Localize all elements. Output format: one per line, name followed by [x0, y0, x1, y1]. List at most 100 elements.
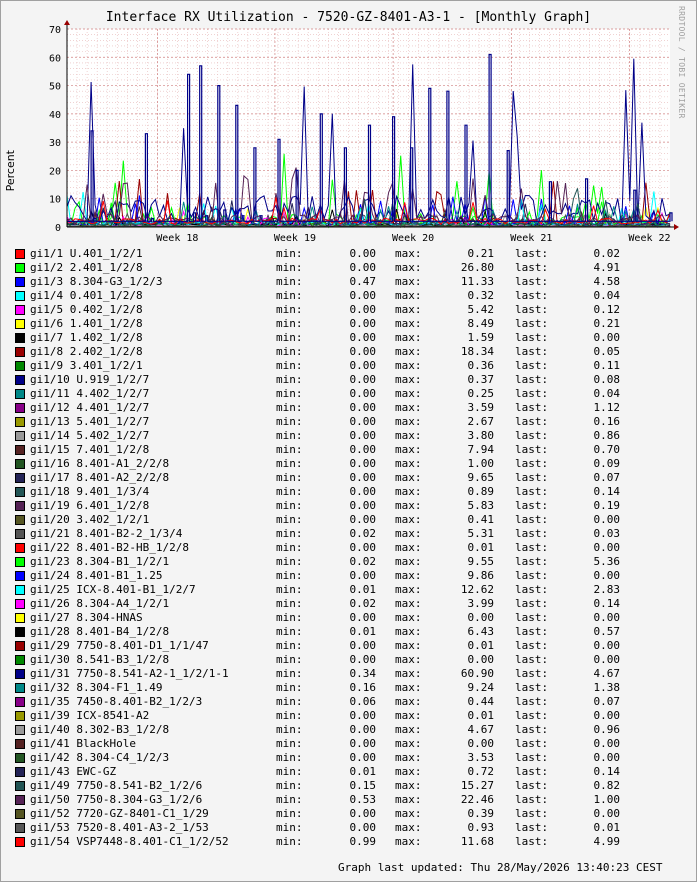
legend-min-value: 0.00 — [349, 653, 377, 666]
legend-last-label: last: — [515, 695, 549, 708]
legend-min-value: 0.00 — [349, 247, 377, 260]
legend-min-value: 0.00 — [349, 443, 377, 456]
legend-last-value: 0.14 — [593, 485, 621, 498]
legend-last-value: 1.00 — [593, 793, 621, 806]
legend-min-value: 0.00 — [349, 471, 377, 484]
legend-min-label: min: — [276, 359, 303, 372]
legend-min-value: 0.00 — [349, 457, 377, 470]
legend-row: gi1/11 4.402_1/2/7 min: 0.00 max: 0.25 last: 0… — [14, 386, 694, 400]
legend-max-value: 0.72 — [467, 765, 495, 778]
legend-max-value: 8.49 — [467, 317, 495, 330]
legend-series-name: gi1/17 8.401-A2_2/2/8 — [30, 471, 170, 484]
legend-min-value: 0.16 — [349, 681, 377, 694]
legend-min-value: 0.00 — [349, 541, 377, 554]
legend-min-label: min: — [276, 303, 303, 316]
legend-last-label: last: — [515, 471, 549, 484]
legend-series-name: gi1/32 8.304-F1_1.49 — [30, 681, 163, 694]
legend-last-label: last: — [515, 765, 549, 778]
y-tick-label: 0 — [55, 223, 61, 234]
legend-max-value: 11.68 — [460, 835, 494, 848]
legend-max-value: 0.25 — [467, 387, 495, 400]
legend-min-value: 0.00 — [349, 751, 377, 764]
legend-row: gi1/53 7520-8.401-A3-2_1/53 min: 0.00 max: 0… — [14, 820, 694, 834]
legend-max-value: 9.65 — [467, 471, 495, 484]
legend-min-value: 0.00 — [349, 415, 377, 428]
legend-last-value: 5.36 — [593, 555, 621, 568]
x-tick-label: Week 19 — [274, 233, 316, 244]
legend-row: gi1/54 VSP7448-8.401-C1_1/2/52 min: 0.99 ma… — [14, 834, 694, 848]
legend-swatch — [15, 249, 25, 259]
legend-last-value: 0.00 — [593, 653, 621, 666]
legend-last-label: last: — [515, 681, 549, 694]
legend-max-label: max: — [395, 695, 422, 708]
legend-row: gi1/1 U.401_1/2/1 min: 0.00 max: 0.21 last: 0.… — [14, 246, 694, 260]
legend-swatch — [15, 627, 25, 637]
legend-min-label: min: — [276, 331, 303, 344]
legend-last-label: last: — [515, 751, 549, 764]
legend-row: gi1/21 8.401-B2-2_1/3/4 min: 0.02 max: 5.31 l… — [14, 526, 694, 540]
legend-min-label: min: — [276, 471, 303, 484]
legend-max-label: max: — [395, 415, 422, 428]
legend-last-label: last: — [515, 345, 549, 358]
legend-min-label: min: — [276, 429, 303, 442]
legend-max-label: max: — [395, 751, 422, 764]
legend-series-name: gi1/27 8.304-HNAS — [30, 611, 143, 624]
legend-max-label: max: — [395, 429, 422, 442]
legend-last-value: 0.00 — [593, 331, 621, 344]
x-tick-label: Week 21 — [510, 233, 552, 244]
legend-max-label: max: — [395, 289, 422, 302]
legend-row: gi1/27 8.304-HNAS min: 0.00 max: 0.00 last: 0.… — [14, 610, 694, 624]
legend-swatch — [15, 767, 25, 777]
legend-series-name: gi1/25 ICX-8.401-B1_1/2/7 — [30, 583, 196, 596]
legend-series-name: gi1/26 8.304-A4_1/2/1 — [30, 597, 170, 610]
y-tick-label: 40 — [49, 110, 61, 121]
legend-min-value: 0.00 — [349, 807, 377, 820]
legend-last-label: last: — [515, 331, 549, 344]
legend-row: gi1/32 8.304-F1_1.49 min: 0.16 max: 9.24 last… — [14, 680, 694, 694]
legend-series-name: gi1/9 3.401_1/2/1 — [30, 359, 143, 372]
legend-min-value: 0.15 — [349, 779, 377, 792]
legend-series-name: gi1/16 8.401-A1_2/2/8 — [30, 457, 170, 470]
legend-row: gi1/30 8.541-B3_1/2/8 min: 0.00 max: 0.00 las… — [14, 652, 694, 666]
legend-last-label: last: — [515, 513, 549, 526]
legend-row: gi1/20 3.402_1/2/1 min: 0.00 max: 0.41 last: 0… — [14, 512, 694, 526]
legend-row: gi1/19 6.401_1/2/8 min: 0.00 max: 5.83 last: 0… — [14, 498, 694, 512]
legend-max-value: 9.86 — [467, 569, 495, 582]
legend-min-value: 0.02 — [349, 597, 377, 610]
legend-max-label: max: — [395, 317, 422, 330]
legend-max-value: 18.34 — [460, 345, 494, 358]
legend-swatch — [15, 403, 25, 413]
legend-min-label: min: — [276, 681, 303, 694]
legend-last-label: last: — [515, 569, 549, 582]
legend-series-name: gi1/6 1.401_1/2/8 — [30, 317, 143, 330]
chart-plot: 0 10 20 30 40 50 60 70 Week 18 Week 19 Week 20 Week… — [49, 20, 679, 244]
legend-max-label: max: — [395, 583, 422, 596]
legend-last-value: 4.99 — [593, 835, 621, 848]
legend-last-value: 0.00 — [593, 751, 621, 764]
legend-min-label: min: — [276, 821, 303, 834]
legend-last-value: 0.00 — [593, 639, 621, 652]
legend-min-label: min: — [276, 751, 303, 764]
legend-max-label: max: — [395, 807, 422, 820]
legend-max-value: 0.00 — [467, 653, 495, 666]
legend-row: gi1/29 7750-8.401-D1_1/1/47 min: 0.00 max: 0… — [14, 638, 694, 652]
legend-swatch — [15, 795, 25, 805]
legend-min-value: 0.01 — [349, 765, 377, 778]
legend-row: gi1/43 EWC-GZ min: 0.01 max: 0.72 last: 0.14 — [14, 764, 694, 778]
legend-min-value: 0.47 — [349, 275, 377, 288]
legend-swatch — [15, 837, 25, 847]
legend-max-label: max: — [395, 625, 422, 638]
legend-min-label: min: — [276, 513, 303, 526]
legend-last-label: last: — [515, 737, 549, 750]
legend-min-label: min: — [276, 723, 303, 736]
legend-max-label: max: — [395, 331, 422, 344]
legend-series-name: gi1/20 3.402_1/2/1 — [30, 513, 150, 526]
legend-min-value: 0.00 — [349, 639, 377, 652]
legend-min-value: 0.00 — [349, 289, 377, 302]
legend-row: gi1/4 0.401_1/2/8 min: 0.00 max: 0.32 last: 0.… — [14, 288, 694, 302]
legend-row: gi1/18 9.401_1/3/4 min: 0.00 max: 0.89 last: 0… — [14, 484, 694, 498]
legend-swatch — [15, 305, 25, 315]
legend-max-value: 9.55 — [467, 555, 495, 568]
legend-last-value: 0.00 — [593, 611, 621, 624]
x-tick-label: Week 18 — [156, 233, 198, 244]
